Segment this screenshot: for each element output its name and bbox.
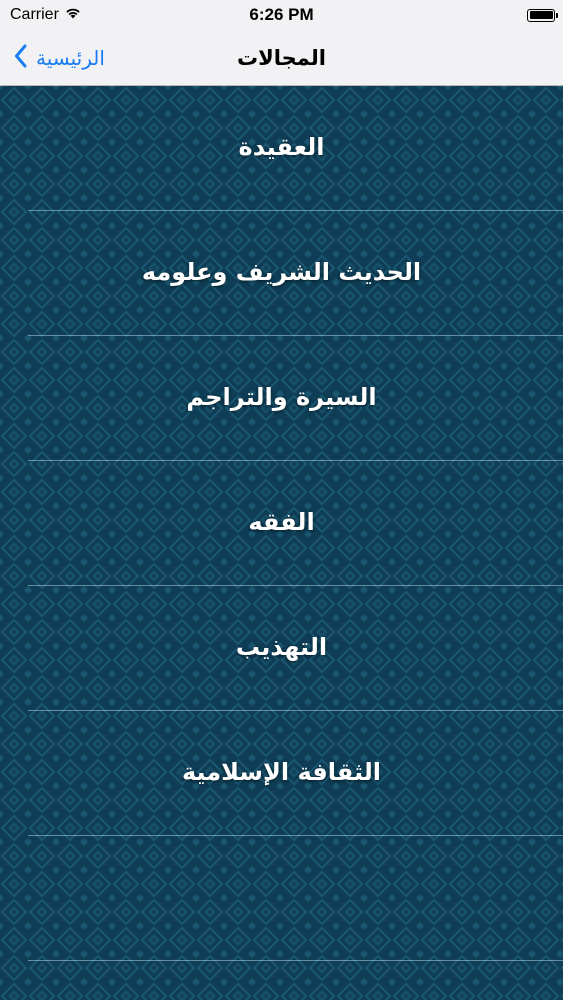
category-list: العقيدة الحديث الشريف وعلومه السيرة والت… xyxy=(0,86,563,961)
navigation-bar: الرئيسية المجالات xyxy=(0,30,563,86)
list-item-label: السيرة والتراجم xyxy=(186,382,377,411)
list-item-label: العقيدة xyxy=(238,132,325,161)
list-item-seerah[interactable]: السيرة والتراجم xyxy=(0,336,563,461)
category-list-container[interactable]: العقيدة الحديث الشريف وعلومه السيرة والت… xyxy=(0,86,563,1000)
list-item-hadith[interactable]: الحديث الشريف وعلومه xyxy=(0,211,563,336)
back-button-label: الرئيسية xyxy=(36,46,105,70)
list-item-label: الفقه xyxy=(248,507,315,536)
list-item-label: التهذيب xyxy=(235,632,328,661)
chevron-left-icon xyxy=(14,44,28,73)
list-item-aqeedah[interactable]: العقيدة xyxy=(0,86,563,211)
list-item-fiqh[interactable]: الفقه xyxy=(0,461,563,586)
status-time: 6:26 PM xyxy=(249,5,314,24)
status-bar: Carrier 6:26 PM xyxy=(0,0,563,30)
wifi-icon xyxy=(65,6,81,24)
back-button[interactable]: الرئيسية xyxy=(14,30,105,86)
list-item-islamic-culture[interactable]: الثقافة الإسلامية xyxy=(0,711,563,836)
list-item-tahdheeb[interactable]: التهذيب xyxy=(0,586,563,711)
list-item-label: الثقافة الإسلامية xyxy=(181,757,382,786)
carrier-label: Carrier xyxy=(10,6,59,23)
status-left: Carrier xyxy=(10,6,81,24)
list-item-label: الحديث الشريف وعلومه xyxy=(141,257,422,286)
list-item-empty[interactable] xyxy=(0,836,563,961)
battery-icon xyxy=(527,8,558,22)
battery-fill xyxy=(529,11,553,19)
